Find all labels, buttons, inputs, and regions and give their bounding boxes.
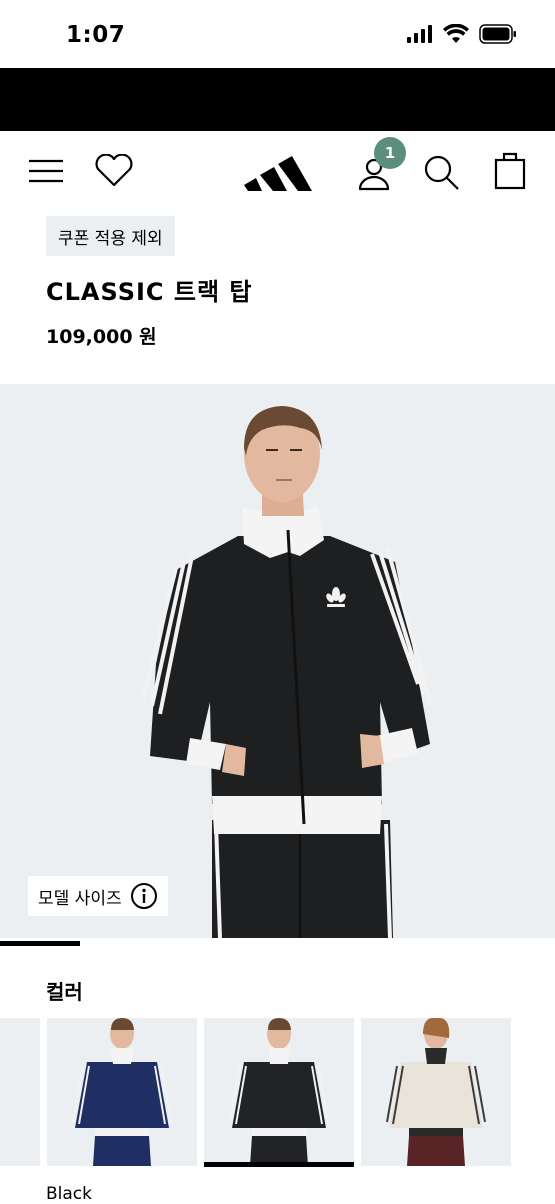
battery-icon bbox=[479, 24, 516, 44]
color-section-heading: 컬러 bbox=[46, 980, 83, 1004]
search-icon[interactable] bbox=[420, 151, 462, 193]
status-bar: 1:07 bbox=[0, 0, 555, 68]
selected-color-indicator bbox=[204, 1162, 354, 1167]
product-title: CLASSIC 트랙 탑 bbox=[46, 278, 253, 306]
top-nav bbox=[0, 131, 555, 211]
selected-color-name: Black bbox=[46, 1184, 92, 1204]
signal-icon bbox=[407, 25, 432, 43]
image-carousel-progress bbox=[0, 941, 80, 946]
color-swatch-partial[interactable] bbox=[0, 1018, 40, 1166]
status-time: 1:07 bbox=[66, 22, 126, 48]
top-banner bbox=[0, 68, 555, 131]
color-swatch-black[interactable] bbox=[204, 1018, 354, 1166]
product-hero-image[interactable]: 모델 사이즈 bbox=[0, 384, 555, 938]
model-size-button[interactable]: 모델 사이즈 bbox=[28, 876, 168, 916]
menu-icon[interactable] bbox=[26, 155, 66, 187]
wifi-icon bbox=[443, 24, 469, 43]
model-illustration bbox=[142, 406, 432, 938]
adidas-logo[interactable] bbox=[240, 145, 316, 195]
product-price: 109,000 원 bbox=[46, 326, 157, 348]
info-icon bbox=[130, 883, 157, 909]
shopping-bag-icon[interactable] bbox=[490, 149, 530, 191]
color-swatch-navy[interactable] bbox=[47, 1018, 197, 1166]
model-size-label: 모델 사이즈 bbox=[38, 888, 122, 909]
account-notification-badge: 1 bbox=[374, 137, 406, 169]
wishlist-heart-icon[interactable] bbox=[92, 151, 136, 191]
coupon-excluded-badge: 쿠폰 적용 제외 bbox=[46, 216, 175, 256]
color-swatch-cream[interactable] bbox=[361, 1018, 511, 1166]
status-icons bbox=[407, 24, 517, 44]
